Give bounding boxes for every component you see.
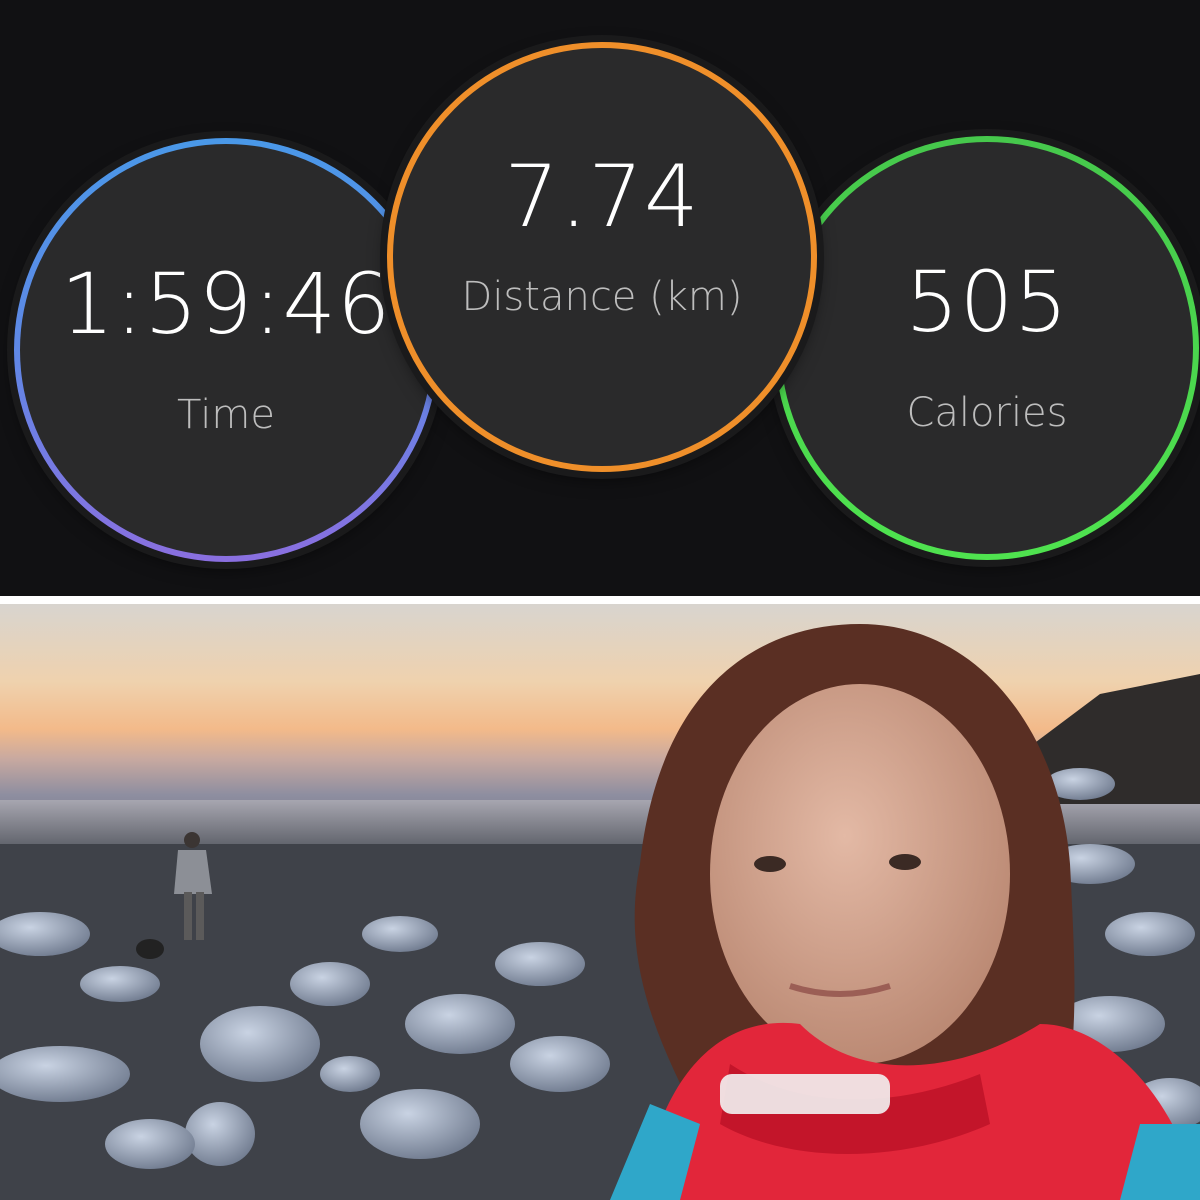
calories-label: Calories [906,390,1068,436]
beach-selfie-photo [0,604,1200,1200]
activity-stats-panel: 1:59:46 Time 505 Calories 7.74 Distance … [0,0,1200,596]
time-value: 1:59:46 [60,255,392,353]
time-ring: 1:59:46 Time [14,138,438,562]
distance-ring: 7.74 Distance (km) [387,42,817,472]
distance-label: Distance (km) [461,274,743,320]
distance-value: 7.74 [504,147,700,247]
calories-value: 505 [905,253,1069,351]
time-label: Time [177,392,275,438]
image-divider [0,596,1200,604]
calories-ring: 505 Calories [775,136,1199,560]
photo-illustration [0,624,1200,1200]
